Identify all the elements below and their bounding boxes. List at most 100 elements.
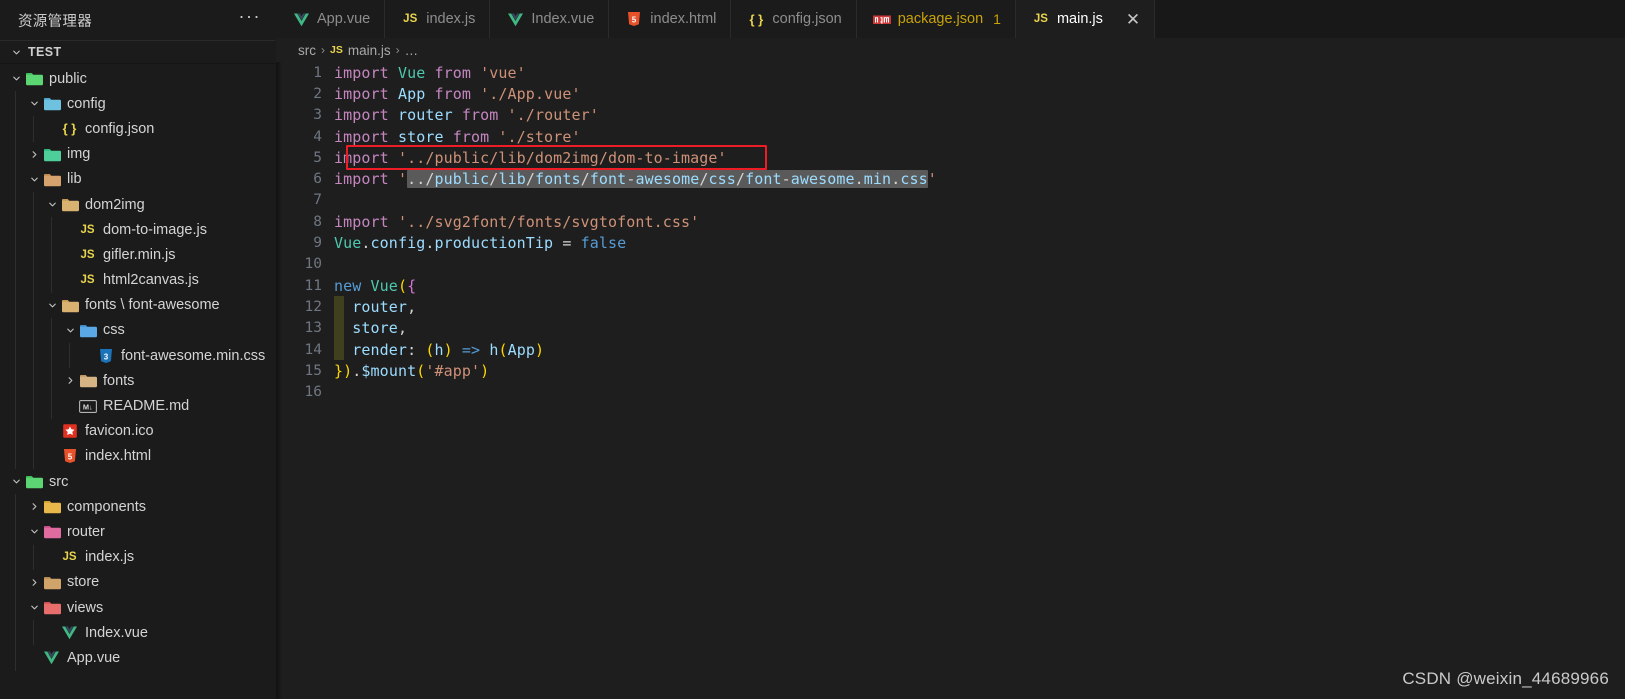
chevron-down-icon[interactable]: [26, 174, 42, 185]
close-icon[interactable]: ✕: [1126, 11, 1140, 28]
chevron-down-icon[interactable]: [44, 199, 60, 210]
tree-item-dom-to-image-js[interactable]: JS dom-to-image.js: [0, 217, 275, 243]
code-line[interactable]: 16: [276, 381, 1625, 402]
code-line[interactable]: 1 import Vue from 'vue': [276, 62, 1625, 83]
tree-item-favicon-ico[interactable]: favicon.ico: [0, 418, 275, 444]
tree-item-label: App.vue: [67, 649, 121, 666]
tree-item-app-vue[interactable]: App.vue: [0, 645, 275, 671]
line-number: 10: [304, 256, 322, 273]
tree-item-views[interactable]: views: [0, 594, 275, 621]
chevron-right-icon[interactable]: [26, 149, 42, 160]
json-icon: { }: [62, 121, 77, 137]
folder-fonts-icon: [78, 372, 97, 389]
chevron-down-icon[interactable]: [26, 602, 42, 613]
tree-item-html2canvas-js[interactable]: JS html2canvas.js: [0, 267, 275, 293]
js-icon: JS: [1033, 13, 1048, 25]
tree-item-public[interactable]: public: [0, 66, 275, 91]
tree-item-lib[interactable]: lib: [0, 166, 275, 192]
indent-guide: [33, 368, 34, 394]
chevron-down-icon[interactable]: [26, 98, 42, 109]
code-line[interactable]: 13 store,: [276, 318, 1625, 339]
tab-config-json[interactable]: { } config.json: [731, 0, 857, 38]
code-line[interactable]: 6 import '../public/lib/fonts/font-awesom…: [276, 168, 1625, 189]
more-actions-icon[interactable]: ···: [235, 7, 265, 29]
tree-item-fonts-font-awesome[interactable]: fonts \ font-awesome: [0, 292, 275, 318]
chevron-down-icon[interactable]: [8, 476, 24, 487]
html-icon: 5: [625, 11, 643, 28]
code-line[interactable]: 7: [276, 190, 1625, 211]
code-text: render: (h) => h(App): [352, 340, 545, 359]
code-line[interactable]: 8 import '../svg2font/fonts/svgtofont.css…: [276, 211, 1625, 232]
tab-main-js[interactable]: JS main.js ✕: [1015, 0, 1156, 38]
indent-guide: [33, 116, 34, 142]
editor-area: App.vue JS index.js Index.vue 5 index.html { }…: [276, 0, 1625, 699]
code-text: import App from './App.vue': [334, 84, 581, 103]
tab-label: Index.vue: [531, 11, 595, 27]
indent-guide: [51, 317, 52, 344]
code-text: }).$mount('#app'): [334, 361, 490, 380]
breadcrumb-folder[interactable]: src: [298, 43, 316, 58]
workspace-name: TEST: [28, 45, 62, 59]
code-line[interactable]: 2 import App from './App.vue': [276, 83, 1625, 104]
folder-plain-icon: [60, 196, 79, 213]
tab-app-vue[interactable]: App.vue: [276, 0, 386, 38]
code-text: import router from './router': [334, 106, 599, 125]
chevron-right-icon[interactable]: [26, 501, 42, 512]
breadcrumb-file[interactable]: JS main.js: [330, 43, 391, 58]
js-icon: JS: [62, 551, 77, 564]
tree-item-index-js[interactable]: JS index.js: [0, 544, 275, 570]
code-line[interactable]: 4 import store from './store': [276, 126, 1625, 147]
tab-index-html[interactable]: 5 index.html: [609, 0, 732, 38]
tree-item-fonts[interactable]: fonts: [0, 368, 275, 394]
svg-text:M↓: M↓: [82, 402, 92, 411]
tab-package-json[interactable]: package.json 1: [856, 0, 1016, 38]
tree-item-readme-md[interactable]: M↓ README.md: [0, 393, 275, 419]
tree-item-label: README.md: [103, 398, 190, 415]
code-editor[interactable]: 1 import Vue from 'vue' 2 import App from '…: [276, 62, 1625, 699]
code-line[interactable]: 11 new Vue({: [276, 275, 1625, 296]
tree-item-components[interactable]: components: [0, 494, 275, 520]
indent-guide: [15, 494, 16, 520]
breadcrumb-file-label: main.js: [347, 42, 391, 58]
code-line[interactable]: 3 import router from './router': [276, 105, 1625, 126]
tab-label: config.json: [772, 11, 842, 27]
tree-item-src[interactable]: src: [0, 469, 275, 494]
tree-item-config[interactable]: config: [0, 91, 275, 117]
tree-item-config-json[interactable]: { } config.json: [0, 116, 275, 142]
chevron-down-icon[interactable]: [62, 325, 78, 336]
tree-item-dom2img[interactable]: dom2img: [0, 191, 275, 218]
code-line[interactable]: 5 import '../public/lib/dom2img/dom-to-im…: [276, 147, 1625, 168]
folder-config-icon: [42, 95, 61, 112]
code-line[interactable]: 15}).$mount('#app'): [276, 360, 1625, 381]
tab-label: index.html: [650, 11, 717, 27]
code-line[interactable]: 10: [276, 254, 1625, 275]
workspace-section-header[interactable]: TEST: [0, 40, 275, 64]
tree-item-label: config: [67, 95, 106, 112]
tree-item-label: img: [67, 146, 91, 163]
tree-item-store[interactable]: store: [0, 569, 275, 595]
tree-item-index-html[interactable]: 5 index.html: [0, 443, 275, 469]
explorer-title: 资源管理器: [18, 13, 92, 30]
tree-item-index-vue[interactable]: Index.vue: [0, 620, 275, 646]
tree-item-gifler-min-js[interactable]: JS gifler.min.js: [0, 242, 275, 268]
tree-item-css[interactable]: css: [0, 317, 275, 344]
chevron-right-icon[interactable]: [62, 375, 78, 386]
code-text: Vue.config.productionTip = false: [334, 234, 627, 253]
breadcrumb-symbols[interactable]: …: [405, 43, 419, 58]
chevron-down-icon[interactable]: [44, 300, 60, 311]
tab-index-vue[interactable]: Index.vue: [490, 0, 610, 38]
tab-index-js[interactable]: JS index.js: [385, 0, 491, 38]
code-text: router,: [352, 297, 417, 316]
breadcrumb-separator-1: ›: [321, 43, 325, 57]
chevron-right-icon[interactable]: [26, 577, 42, 588]
tree-item-font-awesome-min-css[interactable]: 3 font-awesome.min.css: [0, 343, 275, 369]
code-line[interactable]: 14 render: (h) => h(App): [276, 339, 1625, 360]
tree-item-router[interactable]: router: [0, 519, 275, 545]
tree-item-img[interactable]: img: [0, 141, 275, 167]
code-line[interactable]: 9 Vue.config.productionTip = false: [276, 232, 1625, 253]
chevron-down-icon[interactable]: [8, 73, 24, 84]
code-line[interactable]: 12 router,: [276, 296, 1625, 317]
chevron-down-icon[interactable]: [26, 526, 42, 537]
code-text: store,: [352, 319, 408, 338]
indent-guide: [15, 519, 16, 545]
